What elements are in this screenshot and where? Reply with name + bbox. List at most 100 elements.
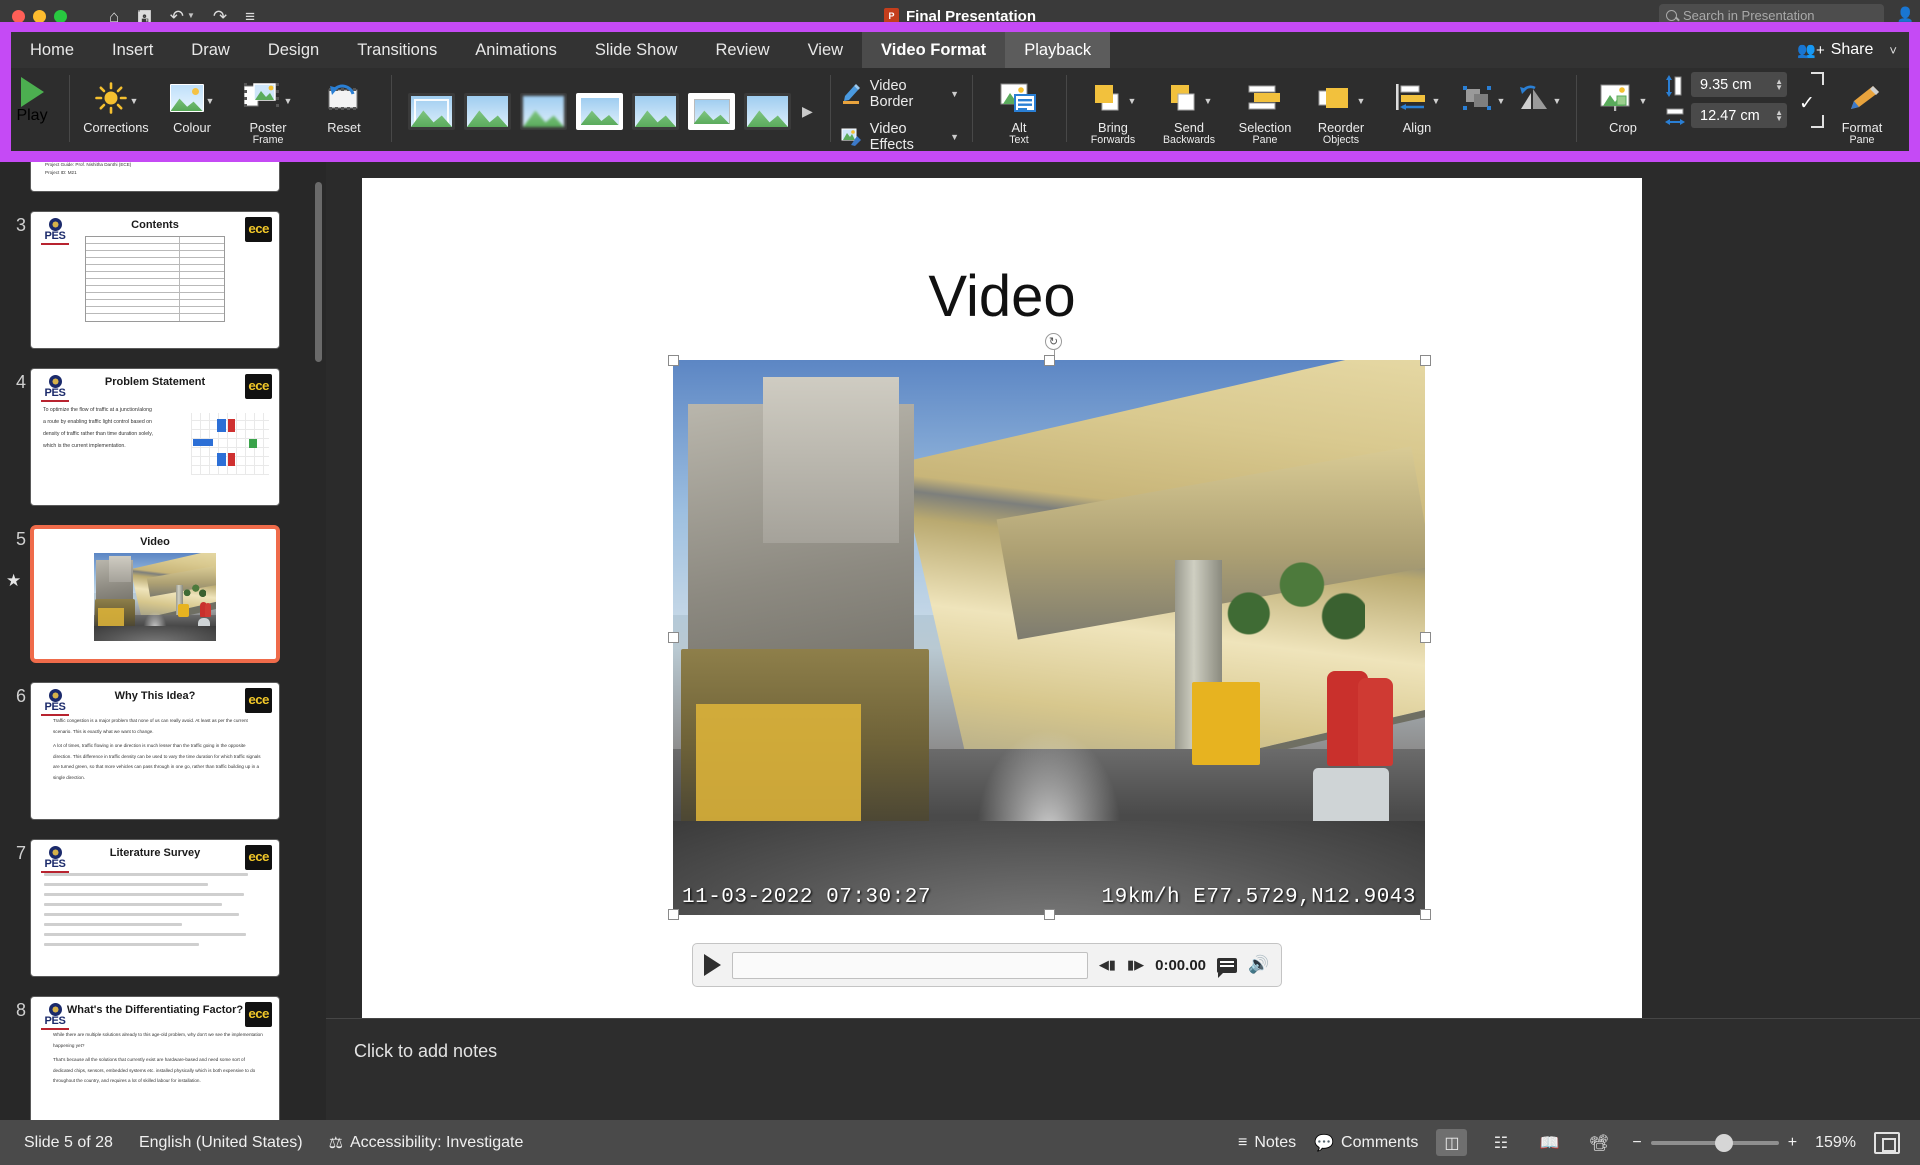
slide-title-text[interactable]: Video: [362, 263, 1642, 330]
maximize-window-button[interactable]: [54, 10, 67, 23]
reading-view-icon[interactable]: 📖: [1534, 1129, 1565, 1156]
alt-text-button[interactable]: Alt Text: [981, 72, 1057, 147]
lock-aspect-ratio-toggle[interactable]: ✓: [1794, 72, 1824, 128]
tab-animations[interactable]: Animations: [456, 32, 576, 68]
video-style-1[interactable]: [408, 93, 455, 130]
video-effects-button[interactable]: Video Effects ▼: [841, 121, 959, 151]
close-window-button[interactable]: [12, 10, 25, 23]
window-controls[interactable]: [12, 10, 67, 23]
crop-button[interactable]: ▼ Crop: [1585, 72, 1661, 135]
fit-slide-to-window-icon[interactable]: [1874, 1132, 1900, 1154]
tab-transitions[interactable]: Transitions: [338, 32, 456, 68]
ribbon-tabs[interactable]: Home Insert Draw Design Transitions Anim…: [11, 32, 1909, 68]
normal-view-icon[interactable]: ◫: [1436, 1129, 1467, 1156]
play-icon[interactable]: [704, 954, 721, 976]
resize-handle-bottom-right[interactable]: [1420, 909, 1431, 920]
tab-review[interactable]: Review: [696, 32, 788, 68]
thumbnail-slide-4[interactable]: 4 PES ece Problem Statement To optimize …: [0, 368, 326, 506]
ribbon-overflow-chevron-icon[interactable]: ˅: [1889, 32, 1909, 68]
resize-handle-middle-right[interactable]: [1420, 632, 1431, 643]
slide-counter[interactable]: Slide 5 of 28: [24, 1134, 113, 1152]
zoom-track[interactable]: [1651, 1141, 1779, 1145]
rotate-objects-button[interactable]: ▼: [1511, 72, 1567, 121]
tab-view[interactable]: View: [789, 32, 862, 68]
video-object[interactable]: 11-03-2022 07:30:27 19km/h E77.5729,N12.…: [673, 360, 1425, 915]
shape-height-stepper[interactable]: ▲▼: [1775, 79, 1783, 91]
language-indicator[interactable]: English (United States): [139, 1134, 303, 1152]
thumbnail-slide-7[interactable]: 7 PES ece Literature Survey: [0, 839, 326, 977]
zoom-percentage[interactable]: 159%: [1815, 1134, 1856, 1152]
shape-width-input[interactable]: 12.47 cm ▲▼: [1691, 103, 1787, 128]
colour-chevron-down-icon[interactable]: ▼: [206, 96, 215, 119]
slide-thumbnail-pane[interactable]: 2 Project Guide: Prof. Nishitha Danthi (…: [0, 162, 326, 1120]
video-styles-gallery[interactable]: ▶: [400, 72, 821, 151]
resize-handle-bottom-left[interactable]: [668, 909, 679, 920]
reorder-objects-button[interactable]: ▼ Reorder Objects: [1303, 72, 1379, 147]
rotate-handle-icon[interactable]: ↻: [1045, 333, 1062, 350]
colour-button[interactable]: ▼ Colour: [154, 72, 230, 135]
zoom-slider[interactable]: − +: [1632, 1134, 1797, 1152]
video-seek-track[interactable]: [732, 952, 1088, 979]
corrections-chevron-down-icon[interactable]: ▼: [130, 96, 139, 119]
slide-show-icon[interactable]: 📽: [1583, 1129, 1614, 1156]
thumbnail-card[interactable]: PES ece What's the Differentiating Facto…: [30, 996, 280, 1120]
send-backwards-button[interactable]: ▼ Send Backwards: [1151, 72, 1227, 147]
tab-playback[interactable]: Playback: [1005, 32, 1110, 68]
slide-sorter-icon[interactable]: ☷: [1485, 1129, 1516, 1156]
send-backwards-chevron-down-icon[interactable]: ▼: [1204, 96, 1213, 119]
thumbnail-slide-3[interactable]: 3 PES ece Contents: [0, 211, 326, 349]
play-button[interactable]: Play: [11, 72, 60, 125]
corrections-button[interactable]: ▼ Corrections: [78, 72, 154, 135]
accessibility-status[interactable]: ⚖ Accessibility: Investigate: [329, 1133, 524, 1153]
step-forward-icon[interactable]: ▮▶: [1127, 957, 1144, 973]
video-border-chevron-down-icon[interactable]: ▼: [950, 89, 959, 99]
video-border-button[interactable]: Video Border ▼: [841, 78, 959, 110]
selection-pane-button[interactable]: Selection Pane: [1227, 72, 1303, 147]
reorder-objects-chevron-down-icon[interactable]: ▼: [1357, 96, 1366, 119]
thumbnail-card[interactable]: PES ece Why This Idea? Traffic congestio…: [30, 682, 280, 820]
zoom-knob[interactable]: [1715, 1134, 1733, 1152]
tab-design[interactable]: Design: [249, 32, 338, 68]
tab-video-format[interactable]: Video Format: [862, 32, 1005, 68]
thumbnail-card[interactable]: PES ece Problem Statement To optimize th…: [30, 368, 280, 506]
shape-height-input[interactable]: 9.35 cm ▲▼: [1691, 72, 1787, 97]
share-button[interactable]: 👥+ Share: [1781, 32, 1889, 68]
format-pane-button[interactable]: Format Pane: [1824, 72, 1900, 147]
slide-editing-area[interactable]: Video ↻ 11-03-202: [326, 162, 1920, 1120]
resize-handle-top-right[interactable]: [1420, 355, 1431, 366]
video-playback-controls[interactable]: ◀▮ ▮▶ 0:00.00 🔊: [692, 943, 1282, 987]
zoom-in-button[interactable]: +: [1788, 1134, 1797, 1152]
resize-handle-top-left[interactable]: [668, 355, 679, 366]
tab-insert[interactable]: Insert: [93, 32, 172, 68]
video-style-6[interactable]: [688, 93, 735, 130]
group-objects-chevron-down-icon[interactable]: ▼: [1497, 96, 1506, 119]
notes-placeholder[interactable]: Click to add notes: [326, 1019, 1920, 1062]
account-icon[interactable]: 👤: [1897, 6, 1914, 23]
video-style-3[interactable]: [520, 93, 567, 130]
thumbnail-slide-2[interactable]: 2 Project Guide: Prof. Nishitha Danthi (…: [0, 162, 326, 192]
current-slide[interactable]: Video ↻ 11-03-202: [362, 178, 1642, 1058]
thumbnail-scrollbar[interactable]: [315, 182, 322, 362]
closed-captions-icon[interactable]: [1217, 958, 1237, 973]
shape-width-stepper[interactable]: ▲▼: [1775, 110, 1783, 122]
thumbnail-slide-6[interactable]: 6 PES ece Why This Idea? Traffic congest…: [0, 682, 326, 820]
zoom-out-button[interactable]: −: [1632, 1134, 1641, 1152]
step-backward-icon[interactable]: ◀▮: [1099, 957, 1116, 973]
video-style-5[interactable]: [632, 93, 679, 130]
volume-icon[interactable]: 🔊: [1248, 957, 1270, 974]
resize-handle-bottom-center[interactable]: [1044, 909, 1055, 920]
poster-frame-button[interactable]: ▼ Poster Frame: [230, 72, 306, 147]
video-style-4[interactable]: [576, 93, 623, 130]
notes-pane[interactable]: Click to add notes: [326, 1018, 1920, 1120]
resize-handle-top-center[interactable]: [1044, 355, 1055, 366]
thumbnail-card-selected[interactable]: Video: [30, 525, 280, 663]
thumbnail-card[interactable]: Project Guide: Prof. Nishitha Danthi (EC…: [30, 162, 280, 192]
bring-forwards-chevron-down-icon[interactable]: ▼: [1128, 96, 1137, 119]
video-effects-chevron-down-icon[interactable]: ▼: [950, 132, 959, 142]
group-objects-button[interactable]: ▼: [1455, 72, 1511, 121]
crop-chevron-down-icon[interactable]: ▼: [1639, 96, 1648, 119]
bring-forwards-button[interactable]: ▼ Bring Forwards: [1075, 72, 1151, 147]
align-button[interactable]: ▼ Align: [1379, 72, 1455, 135]
notes-toggle-button[interactable]: ≡ Notes: [1238, 1134, 1296, 1152]
thumbnail-slide-5[interactable]: 5 ★ Video: [0, 525, 326, 663]
